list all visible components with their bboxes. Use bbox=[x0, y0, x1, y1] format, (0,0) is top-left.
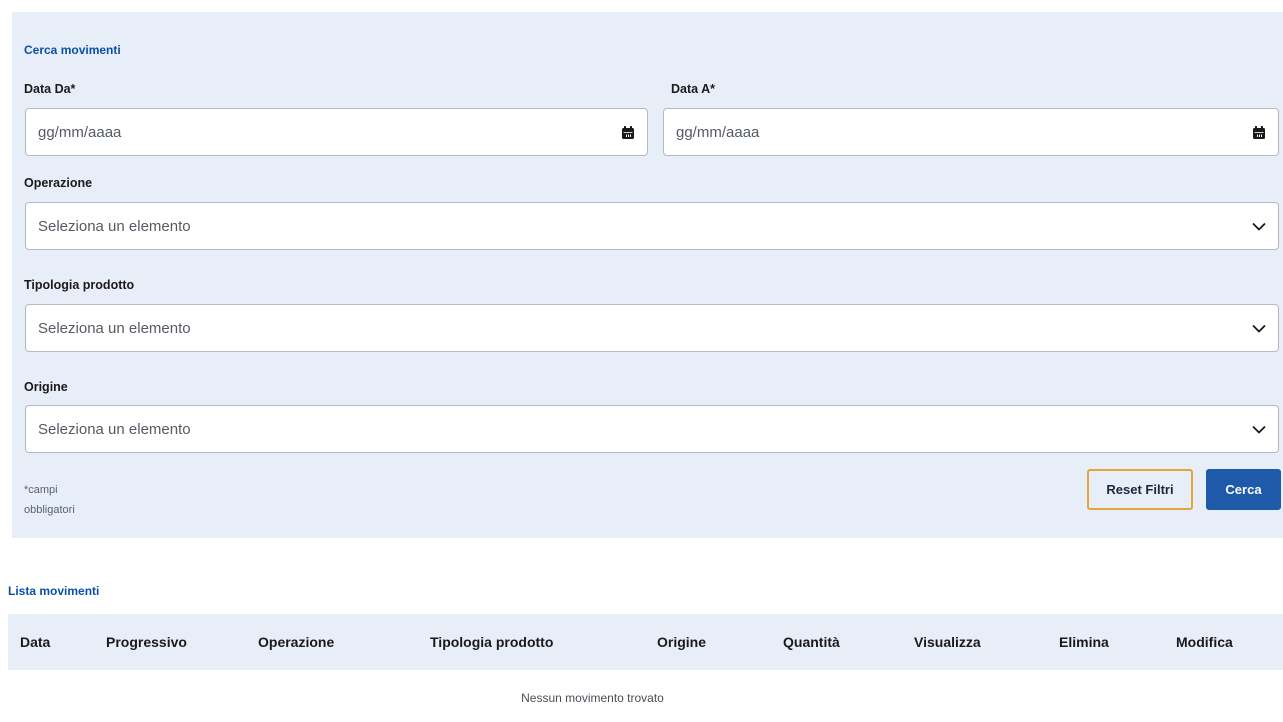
operation-select-value: Seleziona un elemento bbox=[38, 217, 191, 235]
chevron-down-icon bbox=[1252, 425, 1266, 434]
origin-label: Origine bbox=[24, 380, 68, 394]
column-header-tipologia-prodotto: Tipologia prodotto bbox=[430, 634, 554, 650]
operation-select[interactable]: Seleziona un elemento bbox=[25, 202, 1279, 250]
chevron-down-icon bbox=[1252, 324, 1266, 333]
calendar-icon[interactable] bbox=[1252, 125, 1266, 140]
search-panel: Cerca movimenti Data Da* gg/mm/aaaa Data… bbox=[12, 12, 1283, 538]
date-to-placeholder: gg/mm/aaaa bbox=[676, 123, 760, 141]
date-from-placeholder: gg/mm/aaaa bbox=[38, 123, 122, 141]
origin-select[interactable]: Seleziona un elemento bbox=[25, 405, 1279, 453]
product-type-select[interactable]: Seleziona un elemento bbox=[25, 304, 1279, 352]
column-header-origine: Origine bbox=[657, 634, 707, 650]
column-header-progressivo: Progressivo bbox=[106, 634, 187, 650]
product-type-select-value: Seleziona un elemento bbox=[38, 319, 191, 337]
empty-list-message: Nessun movimento trovato bbox=[521, 691, 664, 705]
calendar-icon[interactable] bbox=[621, 125, 635, 140]
column-header-modifica: Modifica bbox=[1176, 634, 1233, 650]
date-from-input[interactable]: gg/mm/aaaa bbox=[25, 108, 648, 156]
operation-label: Operazione bbox=[24, 176, 93, 190]
origin-select-value: Seleziona un elemento bbox=[38, 420, 191, 438]
column-header-elimina: Elimina bbox=[1059, 634, 1109, 650]
list-section-title: Lista movimenti bbox=[8, 584, 100, 598]
product-type-label: Tipologia prodotto bbox=[24, 278, 135, 292]
search-button[interactable]: Cerca bbox=[1206, 469, 1281, 510]
column-header-visualizza: Visualizza bbox=[914, 634, 981, 650]
search-section-title: Cerca movimenti bbox=[24, 43, 121, 57]
column-header-quantita: Quantità bbox=[783, 634, 840, 650]
column-header-data: Data bbox=[20, 634, 51, 650]
date-from-label: Data Da* bbox=[24, 82, 76, 96]
chevron-down-icon bbox=[1252, 222, 1266, 231]
column-header-operazione: Operazione bbox=[258, 634, 335, 650]
required-fields-note: *campi obbligatori bbox=[24, 484, 75, 516]
table-header: Data Progressivo Operazione Tipologia pr… bbox=[8, 614, 1283, 670]
date-to-input[interactable]: gg/mm/aaaa bbox=[663, 108, 1279, 156]
date-to-label: Data A* bbox=[671, 82, 715, 96]
reset-filters-button[interactable]: Reset Filtri bbox=[1087, 469, 1193, 510]
